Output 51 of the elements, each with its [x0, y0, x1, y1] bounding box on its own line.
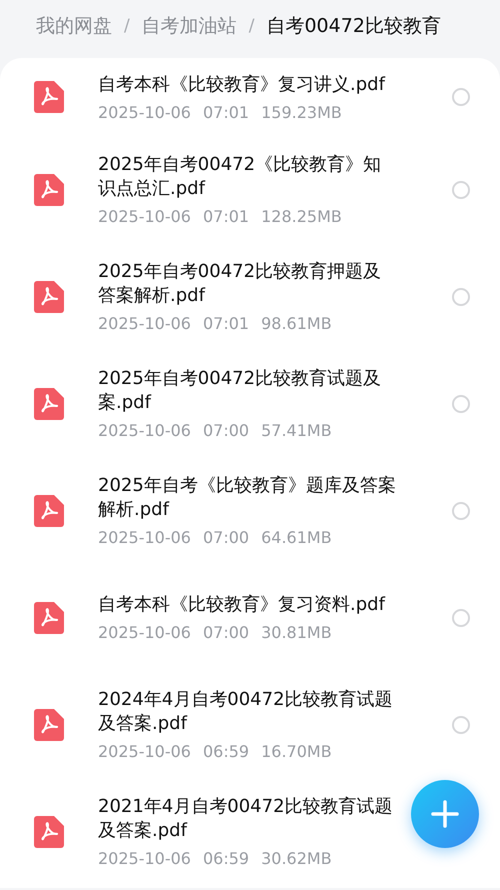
select-radio[interactable]	[452, 180, 470, 198]
breadcrumb-separator: /	[124, 16, 130, 36]
pdf-file-icon	[34, 708, 64, 740]
file-name[interactable]: 2025年自考《比较教育》题库及答案解析.pdf	[98, 474, 398, 522]
select-radio[interactable]	[452, 716, 470, 734]
file-name[interactable]: 2021年4月自考00472比较教育试题及答案.pdf	[98, 795, 398, 843]
file-date: 2025-10-06	[98, 314, 191, 333]
file-date: 2025-10-06	[98, 623, 191, 642]
pdf-file-icon	[34, 494, 64, 526]
file-name[interactable]: 2025年自考00472比较教育试题及案.pdf	[98, 367, 398, 415]
select-radio[interactable]	[452, 608, 470, 626]
file-size: 16.70MB	[261, 742, 332, 761]
file-name[interactable]: 自考本科《比较教育》复习讲义.pdf	[98, 72, 398, 96]
file-size: 30.81MB	[261, 623, 332, 642]
file-time: 06:59	[202, 849, 250, 868]
file-name[interactable]: 2024年4月自考00472比较教育试题及答案.pdf	[98, 688, 398, 736]
file-name[interactable]: 2025年自考00472比较教育押题及答案解析.pdf	[98, 260, 398, 308]
select-radio[interactable]	[452, 394, 470, 412]
file-name[interactable]: 2025年自考00472《比较教育》知识点总汇.pdf	[98, 153, 398, 201]
pdf-file-icon	[34, 816, 64, 848]
breadcrumb-separator: /	[248, 16, 254, 36]
file-size: 159.23MB	[261, 102, 342, 122]
pdf-file-icon	[34, 602, 64, 634]
file-time: 07:00	[202, 528, 250, 547]
file-date: 2025-10-06	[98, 207, 191, 226]
file-size: 128.25MB	[261, 207, 342, 226]
file-time: 07:00	[202, 623, 250, 642]
file-time: 07:01	[202, 102, 250, 122]
select-radio[interactable]	[452, 288, 470, 306]
pdf-file-icon	[34, 280, 64, 312]
pdf-file-icon	[34, 81, 64, 113]
file-time: 07:01	[202, 314, 250, 333]
breadcrumb-item[interactable]: 自考00472比较教育	[266, 13, 441, 39]
file-date: 2025-10-06	[98, 528, 191, 547]
plus-icon	[431, 800, 459, 828]
file-date: 2025-10-06	[98, 421, 191, 440]
file-date: 2025-10-06	[98, 742, 191, 761]
file-time: 07:01	[202, 207, 250, 226]
select-radio[interactable]	[452, 88, 470, 106]
file-size: 57.41MB	[261, 421, 332, 440]
pdf-file-icon	[34, 388, 64, 420]
file-size: 30.62MB	[261, 849, 332, 868]
select-radio[interactable]	[452, 502, 470, 520]
file-name[interactable]: 自考本科《比较教育》复习资料.pdf	[98, 593, 398, 617]
file-size: 98.61MB	[261, 314, 332, 333]
file-time: 07:00	[202, 421, 250, 440]
pdf-file-icon	[34, 174, 64, 206]
file-date: 2025-10-06	[98, 102, 191, 122]
file-date: 2025-10-06	[98, 849, 191, 868]
file-size: 64.61MB	[261, 528, 332, 547]
file-time: 06:59	[202, 742, 250, 761]
